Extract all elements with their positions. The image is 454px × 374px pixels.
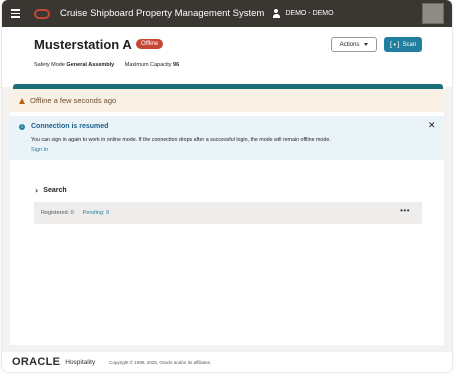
app-window: Cruise Shipboard Property Management Sys… [2, 0, 452, 372]
app-title: Cruise Shipboard Property Management Sys… [60, 8, 265, 19]
status-badge: Offline [136, 39, 164, 49]
scan-label: Scan [402, 41, 417, 48]
status-summary-row: Registered: 0 Pending: 9 ••• [34, 202, 422, 224]
connection-banner-title: Connection is resumed [31, 123, 109, 130]
actions-label: Actions [339, 41, 360, 48]
safety-mode-value: General Assembly [66, 62, 115, 68]
chevron-down-icon [364, 43, 369, 46]
scan-button[interactable]: [•] Scan [384, 37, 422, 52]
scan-icon: [•] [389, 40, 400, 49]
offline-banner: Offline a few seconds ago [10, 89, 444, 112]
hamburger-icon[interactable] [2, 0, 28, 27]
connection-banner-body: You can sign in again to work in online … [31, 137, 331, 143]
oracle-logo: ORACLE [12, 356, 61, 368]
oracle-logo-icon [34, 8, 50, 19]
connection-banner: i Connection is resumed You can sign in … [10, 116, 444, 160]
safety-mode-label: Safety Mode [34, 62, 65, 68]
more-options-icon[interactable]: ••• [400, 206, 410, 215]
chevron-right-icon: › [35, 186, 39, 195]
footer: ORACLE Hospitality Copyright © 1995, 202… [2, 352, 452, 372]
copyright: Copyright © 1995, 2025, Oracle and/or it… [109, 359, 212, 365]
warning-icon [19, 97, 25, 104]
search-label: Search [43, 187, 67, 194]
offline-banner-text: Offline a few seconds ago [30, 96, 117, 105]
page-title: Musterstation A [34, 37, 132, 52]
avatar[interactable] [422, 3, 444, 24]
info-icon: i [19, 124, 25, 130]
close-icon[interactable]: ✕ [428, 121, 436, 131]
top-bar: Cruise Shipboard Property Management Sys… [2, 0, 452, 27]
pending-count[interactable]: Pending: 9 [83, 210, 109, 216]
main-content: Offline a few seconds ago i Connection i… [10, 89, 444, 345]
capacity-value: 96 [173, 62, 180, 68]
sign-in-link[interactable]: Sign In [31, 147, 48, 153]
search-toggle[interactable]: › Search [35, 186, 67, 195]
user-icon [272, 9, 280, 18]
registered-count: Registered: 0 [41, 210, 74, 216]
capacity-label: Maximum Capacity [124, 62, 172, 68]
page-meta: Safety Mode General Assembly Maximum Cap… [34, 62, 188, 68]
page-header: Musterstation A Offline Safety Mode Gene… [2, 27, 452, 87]
actions-button[interactable]: Actions [331, 37, 377, 52]
product-name: Hospitality [65, 358, 96, 366]
user-name[interactable]: DEMO - DEMO [285, 10, 333, 17]
